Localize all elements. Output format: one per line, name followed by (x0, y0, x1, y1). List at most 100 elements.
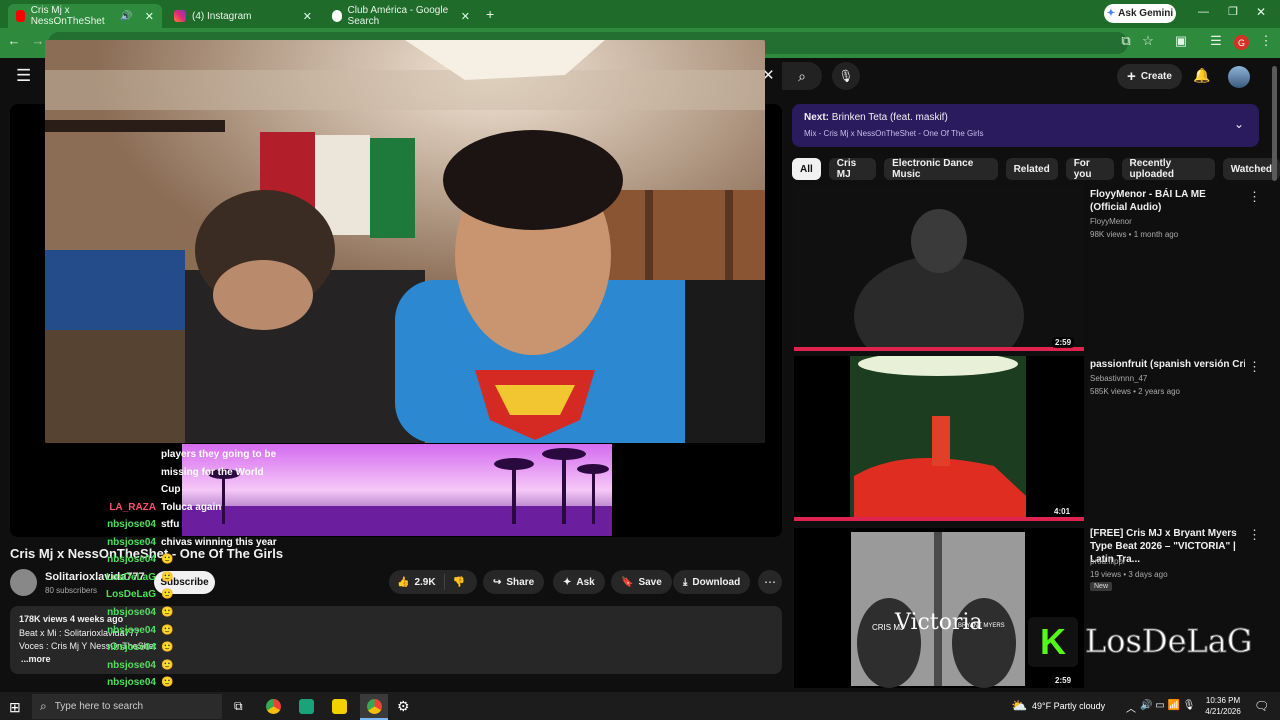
next-up-bar[interactable] (792, 104, 1259, 147)
clock[interactable]: 10:36 PM 4/21/2026 (1200, 695, 1246, 717)
close-tab-icon[interactable]: ✕ (461, 10, 470, 23)
back-icon[interactable]: ← (4, 33, 24, 48)
chat-text: 🙂 (161, 659, 174, 671)
weather-text[interactable]: 49°F Partly cloudy (1032, 701, 1105, 711)
settings-gear-icon[interactable]: ⚙ (397, 698, 410, 715)
recommendation-channel[interactable]: Sebastivnnn_47 (1090, 372, 1147, 385)
share-button[interactable]: ↪ Share (483, 570, 545, 594)
taskbar-search-placeholder: Type here to search (54, 701, 144, 712)
chat-text: 🙂 (161, 589, 174, 601)
chrome-taskbar-icon[interactable] (266, 699, 281, 714)
kick-logo-letter: K (1040, 621, 1066, 662)
browser-menu-icon[interactable]: ⋮ (1256, 33, 1276, 49)
chat-username: LosDeLaG (105, 589, 156, 601)
more-options-icon[interactable]: ⋮ (1248, 359, 1261, 375)
chat-text: 🙂 (161, 607, 174, 618)
taskbar-search-box[interactable]: ⌕ Type here to search (32, 694, 222, 719)
next-title: Brinken Teta (feat. maskif) (831, 112, 948, 123)
chip-recently-uploaded[interactable]: Recently uploaded (1121, 158, 1215, 180)
recommendation-thumbnail[interactable] (794, 356, 1084, 521)
chat-message: nbsjose04 🙂 (100, 657, 190, 675)
recommendation-thumbnail[interactable] (794, 186, 1084, 351)
recommendation-title[interactable]: FloyyMenor - BÁI LA ME (Official Audio) (1090, 188, 1240, 214)
voice-search-button[interactable]: 🎙 (832, 62, 860, 90)
more-options-icon[interactable]: ⋮ (1248, 189, 1261, 205)
chat-username: nbsjose04 (107, 642, 156, 654)
plus-icon: + (1127, 68, 1136, 85)
close-tab-icon[interactable]: ✕ (145, 10, 154, 23)
chip-for-you[interactable]: For you (1065, 158, 1114, 180)
download-label: Download (692, 576, 741, 588)
webcam-overlay-image (45, 40, 765, 443)
chat-message: nbsjose04 stfu (100, 516, 300, 534)
reading-list-icon[interactable]: ☰ (1206, 33, 1226, 49)
speaker-icon[interactable]: 🔊 (120, 11, 132, 22)
chip-all[interactable]: All (792, 158, 821, 180)
task-view-icon[interactable]: ⧉ (234, 699, 243, 714)
save-label: Save (638, 576, 662, 588)
video-duration: 2:59 (1052, 337, 1075, 348)
app-taskbar-icon[interactable] (332, 699, 347, 714)
page-scrollbar-thumb[interactable] (1272, 66, 1277, 181)
chat-text: players they going to be (161, 449, 277, 460)
minimize-icon[interactable]: — (1198, 6, 1209, 18)
chat-message: missing for the World (100, 464, 300, 482)
chat-message: nbsjose04 🙂 (100, 622, 190, 640)
chip-cris-mj[interactable]: Cris MJ (828, 158, 877, 180)
install-app-icon[interactable]: ⧉ (1116, 33, 1136, 49)
chat-text: Toluca again (161, 501, 222, 513)
extensions-icon[interactable]: ▣ (1171, 33, 1191, 49)
dislike-button[interactable]: 👎 (445, 577, 473, 588)
new-tab-icon[interactable]: + (486, 6, 494, 22)
download-button[interactable]: ⤓ Download (673, 570, 751, 594)
streamer-name-watermark: LosDeLaG (1084, 622, 1253, 661)
chat-message: players they going to be (100, 446, 300, 464)
app-taskbar-icon[interactable] (299, 699, 314, 714)
search-button[interactable]: ⌕ (782, 62, 822, 90)
like-button[interactable]: 👍 2.9K (389, 574, 445, 590)
chat-text: Cup (161, 484, 181, 496)
ask-gemini-label: Ask Gemini (1118, 8, 1174, 19)
recommendation-channel[interactable]: prod.flippr (1090, 555, 1126, 568)
recommendation-channel[interactable]: FloyyMenor (1090, 215, 1132, 228)
create-button[interactable]: + Create (1117, 64, 1182, 89)
youtube-favicon-icon (16, 10, 25, 22)
hamburger-menu-icon[interactable]: ☰ (16, 66, 31, 86)
tab-instagram[interactable]: (4) Instagram ✕ (166, 4, 320, 28)
show-hidden-icons-icon[interactable]: ︿ (1126, 700, 1136, 715)
chip-electronic-dance-music[interactable]: Electronic Dance Music (884, 158, 998, 180)
notification-center-icon[interactable]: 🗨 (1254, 699, 1269, 713)
google-favicon-icon (332, 10, 342, 22)
more-horizontal-icon: ⋯ (764, 575, 776, 589)
show-more-link[interactable]: ...more (21, 654, 51, 664)
chat-text: missing for the World (161, 466, 264, 478)
share-arrow-icon: ↪ (493, 576, 502, 588)
bookmark-star-icon[interactable]: ☆ (1138, 33, 1158, 49)
create-label: Create (1140, 71, 1172, 82)
chrome-active-taskbar-button[interactable] (360, 694, 388, 720)
account-avatar[interactable] (1228, 66, 1250, 88)
chip-related[interactable]: Related (1005, 158, 1058, 180)
more-options-icon[interactable]: ⋮ (1248, 527, 1261, 543)
restore-icon[interactable]: ❐ (1228, 5, 1238, 18)
chat-text: 🙂 (161, 571, 174, 583)
ask-gemini-button[interactable]: ✦ Ask Gemini (1104, 4, 1176, 23)
tab-google-search[interactable]: Club América - Google Search ✕ (324, 4, 478, 28)
save-button[interactable]: 🔖 Save (611, 570, 672, 594)
tray-icons[interactable]: 🔊 ▭ 📶 🎙 (1140, 700, 1195, 711)
chat-username: nbsjose04 (107, 677, 156, 689)
ask-button[interactable]: ✦ Ask (553, 570, 605, 594)
close-tab-icon[interactable]: ✕ (303, 10, 312, 23)
close-window-icon[interactable]: ✕ (1256, 5, 1266, 19)
notifications-bell-icon[interactable]: 🔔 (1193, 67, 1210, 84)
recommendation-title[interactable]: passionfruit (spanish versión Cris Mj (1090, 358, 1245, 371)
chevron-down-icon[interactable]: ⌄ (1234, 117, 1244, 131)
channel-avatar[interactable] (10, 569, 37, 596)
download-icon: ⤓ (683, 576, 688, 588)
more-actions-button[interactable]: ⋯ (758, 570, 782, 594)
chat-username: nbsjose04 (107, 519, 156, 531)
tab-youtube[interactable]: Cris Mj x NessOnTheShet 🔊 ✕ (8, 4, 162, 28)
thumbs-up-icon: 👍 (397, 576, 410, 588)
windows-start-icon[interactable]: ⊞ (9, 699, 21, 716)
profile-avatar[interactable]: G (1234, 35, 1249, 50)
